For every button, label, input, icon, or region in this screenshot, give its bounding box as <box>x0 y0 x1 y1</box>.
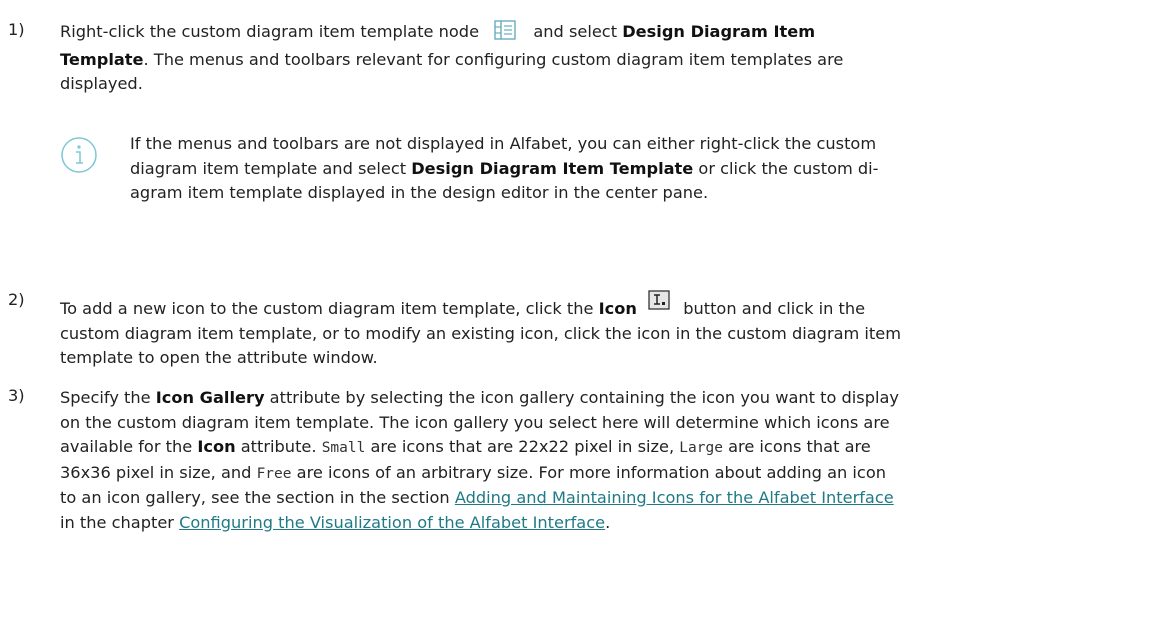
step-text: Specify the Icon Gallery attribute by se… <box>60 386 1150 535</box>
code-term: Large <box>679 440 723 456</box>
text-line: If the menus and toolbars are not displa… <box>130 134 877 153</box>
text-run: Right-click the custom diagram item temp… <box>60 22 480 41</box>
text-run: . The menus and toolbars relevant for co… <box>143 49 844 69</box>
icon-tool-button-icon <box>648 290 670 318</box>
bold-term: Icon Gallery <box>155 388 265 407</box>
bold-term: Design Diagram Item <box>622 22 816 41</box>
text-run: attribute. <box>240 437 317 456</box>
text-run: 36x36 pixel in size, and <box>60 462 252 482</box>
text-run: are icons that are <box>728 437 871 456</box>
text-run: and select <box>533 22 618 41</box>
text-line: displayed. <box>60 74 143 93</box>
text-run: available for the <box>60 437 193 456</box>
text-line: agram item template displayed in the des… <box>130 183 709 202</box>
text-run: to an icon gallery, see the section in t… <box>60 488 450 507</box>
text-run: Specify the <box>60 388 151 407</box>
bold-term: Template <box>60 49 144 69</box>
text-run: . <box>605 512 611 532</box>
text-run: attribute by selecting the icon gallery … <box>269 388 900 407</box>
text-line: template to open the attribute window. <box>60 348 378 367</box>
text-line: on the custom diagram item template. The… <box>60 412 890 432</box>
code-term: Small <box>321 440 366 456</box>
step-text: To add a new icon to the custom diagram … <box>60 290 1150 371</box>
step-text: Right-click the custom diagram item temp… <box>60 20 1150 97</box>
step-number: 1) <box>8 20 25 39</box>
text-run: in the chapter <box>60 512 174 532</box>
text-line: custom diagram item template, or to modi… <box>60 323 901 343</box>
step-number: 3) <box>8 386 25 405</box>
bold-term: Icon <box>197 437 236 456</box>
note-text: If the menus and toolbars are not displa… <box>130 132 1140 206</box>
bold-term: Icon <box>598 299 637 318</box>
link-configuring-visualization[interactable]: Configuring the Visualization of the Alf… <box>179 513 605 532</box>
text-run: are icons that are 22x22 pixel in size, <box>370 437 675 456</box>
text-run: or click the custom di- <box>698 158 879 178</box>
bold-term: Design Diagram Item Template <box>411 158 694 178</box>
text-run: button and click in the <box>683 299 866 318</box>
step-number: 2) <box>8 290 25 309</box>
diagram-template-node-icon <box>494 20 516 48</box>
text-run: are icons of an arbitrary size. For more… <box>296 462 886 482</box>
link-adding-icons[interactable]: Adding and Maintaining Icons for the Alf… <box>455 488 894 507</box>
code-term: Free <box>256 465 292 482</box>
info-icon <box>60 136 98 178</box>
text-run: diagram item template and select <box>130 158 407 178</box>
text-run: To add a new icon to the custom diagram … <box>60 299 594 318</box>
